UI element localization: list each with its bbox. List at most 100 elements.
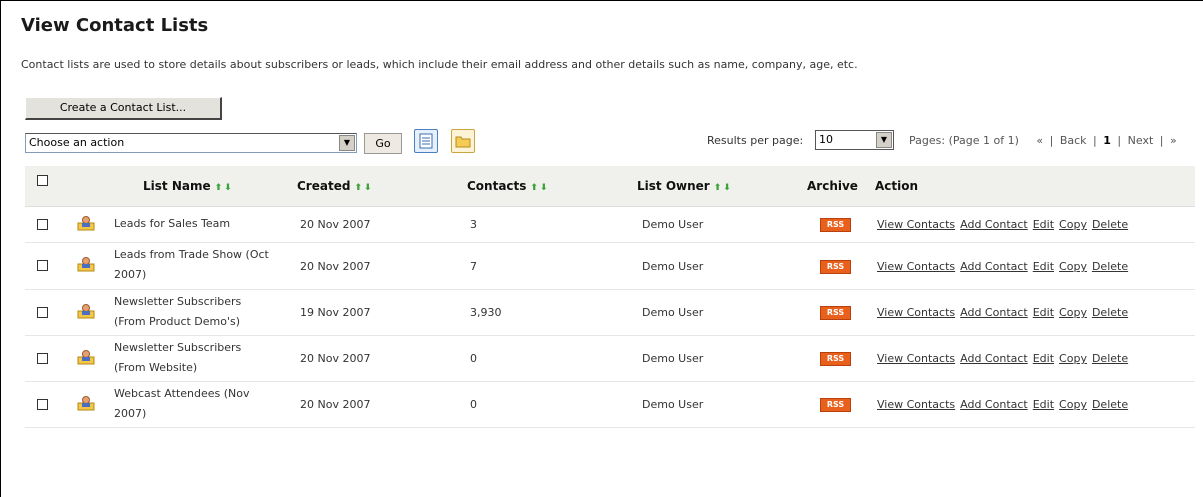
folder-view-icon [455,136,471,148]
list-name: Leads from Trade Show (Oct 2007) [114,248,269,281]
rss-icon[interactable]: RSS [820,218,851,232]
table-row: Newsletter Subscribers (From Product Dem… [25,289,1195,336]
header-list-owner[interactable]: List Owner ⬆⬇ [637,179,733,193]
rss-icon[interactable]: RSS [820,306,851,320]
list-name: Newsletter Subscribers (From Product Dem… [114,295,242,328]
sort-arrows-icon[interactable]: ⬆⬇ [215,183,234,193]
header-list-name[interactable]: List Name ⬆⬇ [143,179,234,193]
view-contacts-link[interactable]: View Contacts [877,306,955,319]
header-action: Action [875,179,919,193]
go-button[interactable]: Go [364,133,402,154]
next-link[interactable]: Next [1128,134,1154,147]
list-view-icon [419,133,433,149]
rss-icon[interactable]: RSS [820,398,851,412]
copy-link[interactable]: Copy [1059,306,1087,319]
row-actions: View Contacts Add Contact Edit Copy Delete [877,306,1133,319]
table-row: Leads for Sales Team 20 Nov 2007 3 Demo … [25,206,1195,243]
rss-icon[interactable]: RSS [820,260,851,274]
header-contacts[interactable]: Contacts ⬆⬇ [467,179,550,193]
list-name: Webcast Attendees (Nov 2007) [114,387,250,420]
view-contacts-link[interactable]: View Contacts [877,260,955,273]
page-frame: View Contact Lists Contact lists are use… [0,0,1203,497]
view-contacts-link[interactable]: View Contacts [877,218,955,231]
dropdown-arrow-icon[interactable]: ▼ [339,135,355,151]
add-contact-link[interactable]: Add Contact [960,218,1028,231]
edit-link[interactable]: Edit [1033,398,1054,411]
first-page-link[interactable]: « [1036,134,1043,147]
table-row: Newsletter Subscribers (From Website) 20… [25,335,1195,382]
created-date: 20 Nov 2007 [300,260,371,273]
list-owner: Demo User [642,260,704,273]
contacts-count: 3,930 [470,306,502,319]
delete-link[interactable]: Delete [1092,352,1128,365]
pages-text: Pages: (Page 1 of 1) [909,134,1019,147]
last-page-link[interactable]: » [1170,134,1177,147]
created-date: 19 Nov 2007 [300,306,371,319]
header-archive: Archive [807,179,858,193]
row-actions: View Contacts Add Contact Edit Copy Delete [877,398,1133,411]
list-owner: Demo User [642,352,704,365]
edit-link[interactable]: Edit [1033,218,1054,231]
sort-arrows-icon[interactable]: ⬆⬇ [530,183,549,193]
results-per-page-label: Results per page: [707,134,804,147]
edit-link[interactable]: Edit [1033,260,1054,273]
folder-view-button[interactable] [451,129,475,153]
row-checkbox[interactable] [37,219,48,230]
contacts-count: 7 [470,260,477,273]
created-date: 20 Nov 2007 [300,352,371,365]
copy-link[interactable]: Copy [1059,218,1087,231]
sort-arrows-icon[interactable]: ⬆⬇ [714,183,733,193]
list-view-button[interactable] [414,129,438,153]
list-name: Leads for Sales Team [114,217,231,230]
copy-link[interactable]: Copy [1059,260,1087,273]
list-owner: Demo User [642,218,704,231]
created-date: 20 Nov 2007 [300,398,371,411]
sort-arrows-icon[interactable]: ⬆⬇ [354,183,373,193]
page-title: View Contact Lists [21,15,209,36]
header-created[interactable]: Created ⬆⬇ [297,179,374,193]
created-date: 20 Nov 2007 [300,218,371,231]
delete-link[interactable]: Delete [1092,306,1128,319]
delete-link[interactable]: Delete [1092,218,1128,231]
header-list-name-label: List Name [143,179,211,193]
action-select-value: Choose an action [29,136,125,149]
edit-link[interactable]: Edit [1033,306,1054,319]
row-actions: View Contacts Add Contact Edit Copy Delete [877,352,1133,365]
create-contact-list-button[interactable]: Create a Contact List... [25,97,222,120]
list-owner: Demo User [642,306,704,319]
contact-list-icon [77,216,95,231]
contact-list-icon [77,396,95,411]
delete-link[interactable]: Delete [1092,398,1128,411]
row-checkbox[interactable] [37,307,48,318]
row-checkbox[interactable] [37,399,48,410]
view-contacts-link[interactable]: View Contacts [877,352,955,365]
contact-list-icon [77,257,95,272]
edit-link[interactable]: Edit [1033,352,1054,365]
back-link[interactable]: Back [1060,134,1087,147]
action-select[interactable]: Choose an action ▼ [25,133,357,153]
select-all-checkbox[interactable] [37,175,48,186]
dropdown-arrow-icon[interactable]: ▼ [876,132,892,148]
contact-list-icon [77,304,95,319]
add-contact-link[interactable]: Add Contact [960,352,1028,365]
row-checkbox[interactable] [37,260,48,271]
view-contacts-link[interactable]: View Contacts [877,398,955,411]
copy-link[interactable]: Copy [1059,398,1087,411]
table-row: Leads from Trade Show (Oct 2007) 20 Nov … [25,242,1195,290]
contacts-count: 3 [470,218,477,231]
table-row: Webcast Attendees (Nov 2007) 20 Nov 2007… [25,381,1195,428]
row-actions: View Contacts Add Contact Edit Copy Delete [877,260,1133,273]
contacts-count: 0 [470,352,477,365]
copy-link[interactable]: Copy [1059,352,1087,365]
add-contact-link[interactable]: Add Contact [960,398,1028,411]
pagination: Pages: (Page 1 of 1) « | Back | 1 | Next… [909,134,1177,147]
results-per-page-select[interactable]: 10 ▼ [815,130,894,150]
list-owner: Demo User [642,398,704,411]
add-contact-link[interactable]: Add Contact [960,306,1028,319]
rss-icon[interactable]: RSS [820,352,851,366]
contact-list-icon [77,350,95,365]
header-list-owner-label: List Owner [637,179,710,193]
add-contact-link[interactable]: Add Contact [960,260,1028,273]
delete-link[interactable]: Delete [1092,260,1128,273]
row-checkbox[interactable] [37,353,48,364]
